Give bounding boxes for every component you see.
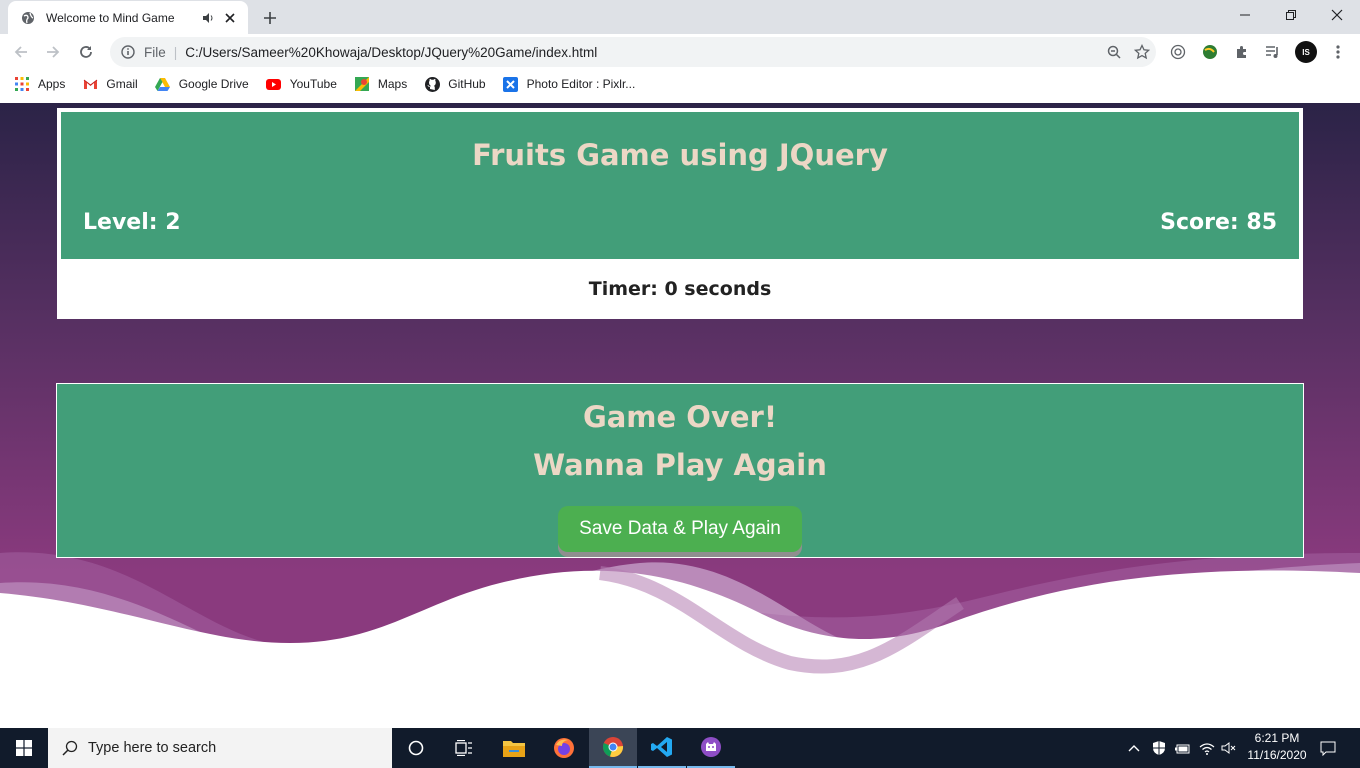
timer-display: Timer: 0 seconds — [588, 278, 772, 300]
url-scheme: File — [144, 44, 166, 60]
bookmark-gmail[interactable]: Gmail — [82, 76, 138, 92]
level-display: Level: 2 — [83, 210, 181, 235]
task-view-icon[interactable] — [440, 728, 488, 768]
file-explorer-icon[interactable] — [490, 728, 538, 768]
apps-grid-icon — [14, 76, 30, 92]
github-desktop-icon[interactable] — [687, 728, 735, 768]
close-tab-icon[interactable] — [222, 10, 238, 26]
firefox-icon[interactable] — [540, 728, 588, 768]
pixlr-icon — [503, 76, 519, 92]
windows-taskbar: Type here to search 6:21 PM 11/16/2020 — [0, 728, 1360, 768]
bookmark-maps[interactable]: Maps — [354, 76, 407, 92]
bookmark-label: Gmail — [106, 77, 138, 91]
browser-tab[interactable]: Welcome to Mind Game — [8, 1, 248, 34]
globe-icon — [20, 10, 36, 26]
game-over-panel: Game Over! Wanna Play Again Save Data & … — [56, 383, 1304, 558]
tab-strip: Welcome to Mind Game — [0, 0, 1360, 34]
tab-title: Welcome to Mind Game — [46, 10, 175, 25]
info-icon[interactable] — [120, 44, 136, 60]
gmail-icon — [82, 76, 98, 92]
speaker-icon[interactable] — [200, 10, 216, 26]
github-icon — [424, 76, 440, 92]
google-drive-icon — [155, 76, 171, 92]
clock-date: 11/16/2020 — [1247, 748, 1307, 762]
extension-globe-icon[interactable] — [1200, 42, 1220, 62]
bookmark-google-drive[interactable]: Google Drive — [155, 76, 249, 92]
chrome-icon[interactable] — [589, 728, 637, 768]
youtube-icon — [266, 76, 282, 92]
vscode-icon[interactable] — [638, 728, 686, 768]
browser-chrome: Welcome to Mind Game File | C:/Users/Sam… — [0, 0, 1360, 103]
cortana-icon[interactable] — [392, 728, 440, 768]
bookmark-youtube[interactable]: YouTube — [266, 76, 337, 92]
speaker-muted-icon[interactable] — [1220, 728, 1238, 768]
bookmark-photo-editor[interactable]: Photo Editor : Pixlr... — [503, 76, 636, 92]
menu-dots-icon[interactable] — [1328, 42, 1348, 62]
puzzle-icon[interactable] — [1232, 42, 1252, 62]
bookmark-star-icon[interactable] — [1128, 38, 1156, 66]
bookmark-label: YouTube — [289, 77, 337, 91]
wifi-icon[interactable] — [1198, 728, 1216, 768]
notification-icon[interactable] — [1316, 728, 1340, 768]
bookmark-apps[interactable]: Apps — [14, 76, 65, 92]
close-window-button[interactable] — [1314, 0, 1360, 30]
bookmark-label: Photo Editor : Pixlr... — [526, 77, 636, 91]
taskbar-search[interactable]: Type here to search — [48, 728, 392, 768]
forward-arrow-icon[interactable] — [40, 39, 66, 65]
score-display: Score: 85 — [1160, 210, 1277, 235]
game-over-heading: Game Over! — [582, 400, 778, 434]
back-arrow-icon[interactable] — [8, 39, 34, 65]
play-again-prompt: Wanna Play Again — [533, 448, 827, 482]
save-and-play-again-button[interactable]: Save Data & Play Again — [558, 506, 802, 552]
search-icon — [60, 738, 80, 758]
maps-icon — [354, 76, 370, 92]
game-title: Fruits Game using JQuery — [472, 138, 888, 172]
url-separator: | — [173, 44, 178, 60]
page-content: Fruits Game using JQuery Level: 2 Score:… — [0, 103, 1360, 728]
bookmark-github[interactable]: GitHub — [424, 76, 486, 92]
bookmark-label: Maps — [377, 77, 408, 91]
battery-icon[interactable] — [1174, 728, 1192, 768]
browser-toolbar: File | C:/Users/Sameer%20Khowaja/Desktop… — [0, 34, 1360, 70]
zoom-icon[interactable] — [1100, 38, 1128, 66]
media-control-icon[interactable] — [1263, 42, 1283, 62]
bookmark-label: Apps — [38, 77, 66, 91]
reload-icon[interactable] — [73, 39, 99, 65]
minimize-button[interactable] — [1222, 0, 1268, 30]
profile-avatar[interactable]: IS — [1295, 41, 1317, 63]
clock-time: 6:21 PM — [1254, 731, 1300, 745]
url-text[interactable]: C:/Users/Sameer%20Khowaja/Desktop/JQuery… — [185, 45, 1100, 60]
bookmarks-bar: Apps Gmail Google Drive YouTube Maps Git… — [0, 70, 1360, 98]
search-placeholder: Type here to search — [88, 740, 217, 756]
windows-start-icon[interactable] — [0, 728, 48, 768]
chevron-up-icon[interactable] — [1126, 728, 1142, 768]
bookmark-label: GitHub — [448, 77, 486, 91]
system-clock[interactable]: 6:21 PM 11/16/2020 — [1238, 730, 1316, 766]
extension-c-icon[interactable] — [1168, 42, 1188, 62]
bookmark-label: Google Drive — [178, 77, 249, 91]
defender-shield-icon[interactable] — [1150, 728, 1168, 768]
header-panel: Fruits Game using JQuery Level: 2 Score:… — [61, 112, 1299, 259]
restore-button[interactable] — [1268, 0, 1314, 30]
new-tab-button[interactable] — [258, 6, 282, 30]
address-bar[interactable]: File | C:/Users/Sameer%20Khowaja/Desktop… — [110, 37, 1156, 67]
game-header: Fruits Game using JQuery Level: 2 Score:… — [57, 108, 1303, 319]
